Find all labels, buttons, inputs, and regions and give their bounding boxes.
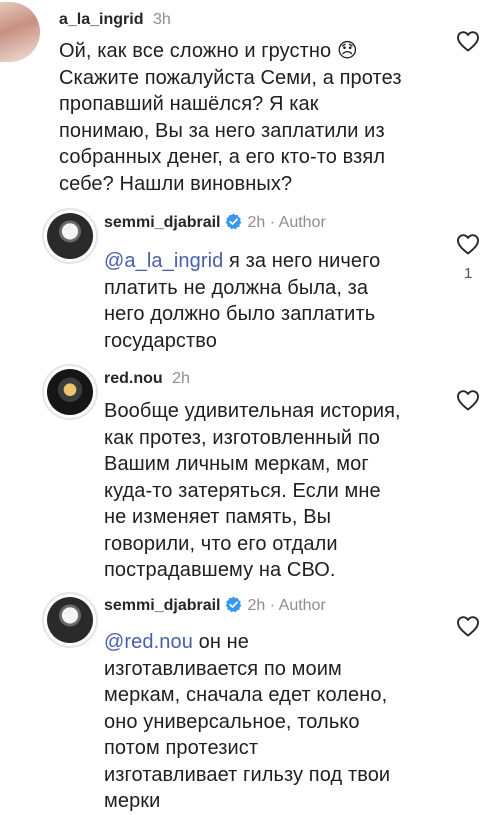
username[interactable]: semmi_djabrail <box>104 214 221 231</box>
comment-text: Вообще удивительная история, как протез,… <box>104 398 401 584</box>
mention-link[interactable]: @a_la_ingrid <box>104 250 223 272</box>
separator-dot: · <box>269 597 276 614</box>
comment-line: оно универсальное, только <box>104 710 360 733</box>
comment-line: государство <box>104 329 218 352</box>
comment-a-la-ingrid: a_la_ingrid 3h Ой, как все сложно и грус… <box>0 0 486 195</box>
comment-meta: a_la_ingrid 3h <box>59 10 171 30</box>
avatar[interactable] <box>42 592 98 648</box>
comment-reply-semmi-1: semmi_djabrail 2h · Author @a_la_ingrid … <box>0 195 486 355</box>
separator-dot: · <box>269 214 276 231</box>
comment-meta: semmi_djabrail 2h · Author <box>104 596 326 616</box>
comment-line: потом протезист <box>104 737 259 759</box>
comment-line-rest: я за него ничего <box>223 250 381 272</box>
comment-line: мерки <box>104 790 161 812</box>
username[interactable]: semmi_djabrail <box>104 597 221 614</box>
timestamp: 2h <box>172 370 190 387</box>
author-label: Author <box>278 214 326 231</box>
comment-text: @red.nou он не изготавливается по моим м… <box>104 629 390 815</box>
avatar[interactable] <box>42 364 98 420</box>
comment-line: понимаю, Вы за него заплатили из <box>59 119 385 142</box>
username[interactable]: a_la_ingrid <box>59 11 143 28</box>
comment-reply-semmi-2: semmi_djabrail 2h · Author @red.nou он н… <box>0 585 486 812</box>
comment-meta: red.nou 2h <box>104 369 190 389</box>
heart-outline-icon[interactable] <box>456 615 480 637</box>
comment-line: меркам, сначала едет колено, <box>104 684 388 706</box>
comment-line: изготавливается по моим <box>104 657 342 680</box>
comment-line: собранных денег, а его кто-то взял <box>59 146 386 168</box>
timestamp: 3h <box>152 11 171 28</box>
comment-line: куда-то затеряться. Если мне <box>104 479 381 502</box>
comment-line: не изменяет память, Вы <box>104 506 332 528</box>
username[interactable]: red.nou <box>104 370 163 387</box>
comment-line: как протез, изготовленный по <box>104 426 381 449</box>
verified-badge-icon <box>225 596 241 613</box>
avatar[interactable] <box>42 208 98 264</box>
comment-meta: semmi_djabrail 2h · Author <box>104 213 326 233</box>
comment-line: Вообще удивительная история, <box>104 400 401 422</box>
comment-text: Ой, как все сложно и грустно 😞 Скажите п… <box>59 38 402 197</box>
heart-outline-icon[interactable] <box>456 30 480 52</box>
comment-line-rest: он не <box>192 631 249 653</box>
comment-red-nou: red.nou 2h Вообще удивительная история, … <box>0 355 486 585</box>
comment-line: говорили, что его отдали <box>104 532 338 555</box>
like-count: 1 <box>464 265 473 282</box>
author-label: Author <box>278 597 326 614</box>
comment-line: себе? Нашли виновных? <box>59 172 293 195</box>
comment-line: Вашим личным меркам, мог <box>104 453 369 475</box>
heart-outline-icon[interactable] <box>456 389 480 411</box>
comment-line: @a_la_ingrid я за него ничего <box>104 248 380 275</box>
comment-line: пострадавшему на СВО. <box>104 559 336 581</box>
comment-text: @a_la_ingrid я за него ничего платить не… <box>104 248 380 354</box>
comment-line: платить не должна была, за <box>104 276 369 299</box>
comment-line: Скажите пожалуйста Семи, а протез <box>59 66 402 89</box>
timestamp: 2h <box>247 597 266 614</box>
verified-badge-icon <box>225 213 241 230</box>
comment-line: @red.nou он не <box>104 629 390 656</box>
mention-link[interactable]: @red.nou <box>104 631 193 653</box>
comment-line: пропавший нашёлся? Я как <box>59 93 319 115</box>
comment-line: изготавливает гильзу под твои <box>104 763 391 786</box>
avatar[interactable] <box>0 2 40 62</box>
comment-line: Ой, как все сложно и грустно 😞 <box>59 40 358 62</box>
comment-line: него должно было заплатить <box>104 303 376 325</box>
timestamp: 2h <box>247 214 266 231</box>
heart-outline-icon[interactable] <box>456 233 480 255</box>
